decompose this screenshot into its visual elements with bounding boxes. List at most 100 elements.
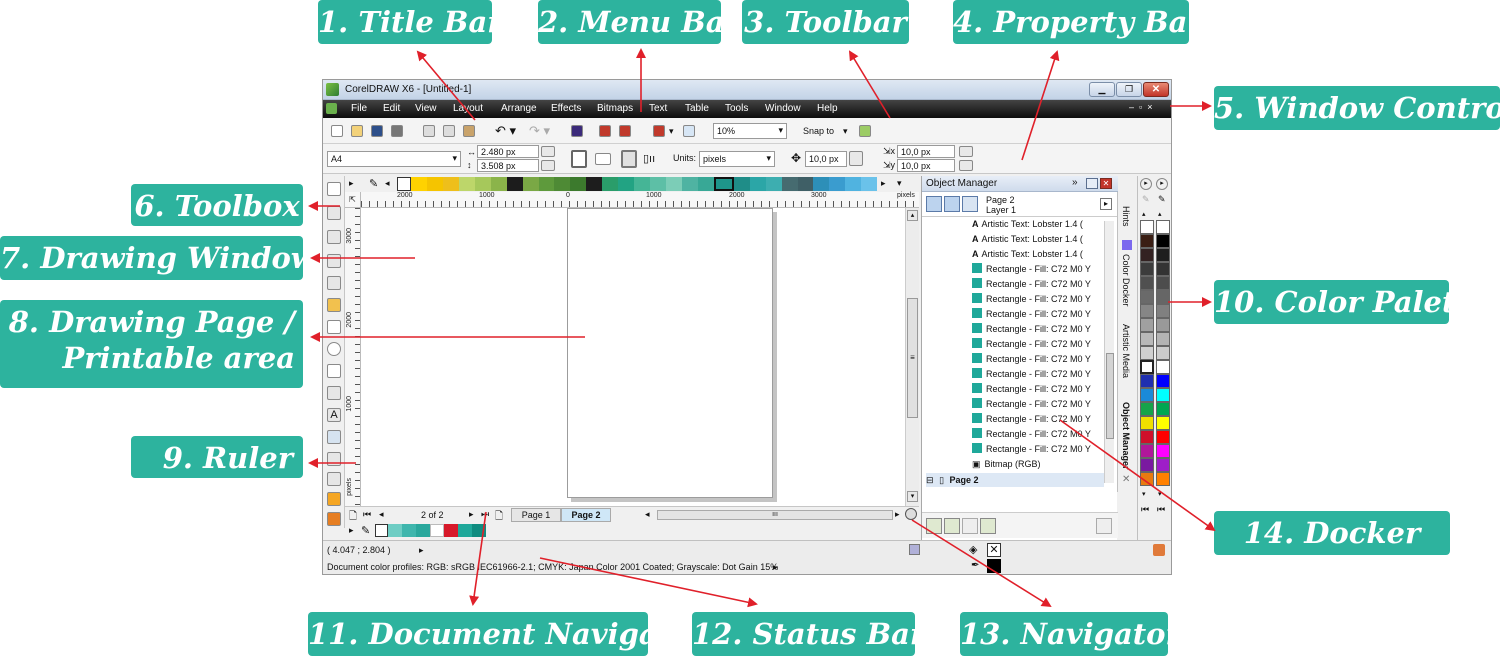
palette-swatch[interactable] [1140, 276, 1154, 290]
palette-swatch[interactable] [829, 177, 846, 191]
width-stepper-icon[interactable] [541, 146, 555, 157]
tab-artistic-media[interactable]: Artistic Media [1121, 324, 1131, 378]
palette-swatch[interactable] [1156, 276, 1170, 290]
palette-swatch[interactable] [845, 177, 862, 191]
doc-swatch[interactable] [416, 524, 430, 537]
coords-arrow-icon[interactable]: ▸ [419, 545, 424, 556]
palette-swatch[interactable] [1156, 458, 1170, 472]
restore-icon[interactable]: ❐ [1116, 82, 1142, 97]
prev-page-icon[interactable]: ◂ [379, 509, 384, 520]
palette-swatch[interactable] [1140, 346, 1154, 360]
redo-icon[interactable]: ↷ ▾ [529, 123, 550, 139]
duplicate-x-field[interactable]: 10,0 px [897, 145, 955, 158]
docker-scroll-thumb[interactable] [1106, 353, 1114, 439]
docker-minimize-icon[interactable] [1086, 178, 1098, 189]
docker-menu-icon[interactable]: ▸ [1100, 198, 1112, 210]
palette-swatch[interactable] [426, 177, 443, 191]
crop-tool-icon[interactable] [327, 230, 341, 244]
import-icon[interactable] [599, 125, 611, 137]
object-row[interactable]: Rectangle - Fill: C72 M0 Y [972, 337, 1091, 352]
nudge-distance-field[interactable]: 10,0 px [805, 151, 847, 167]
snap-to-button[interactable]: Snap to [803, 126, 834, 136]
palette-swatch[interactable] [861, 177, 878, 191]
palette-swatch[interactable] [1140, 318, 1154, 332]
palette-swatch[interactable] [1156, 416, 1170, 430]
dup-x-stepper-icon[interactable] [959, 146, 973, 157]
copy-icon[interactable] [443, 125, 455, 137]
palette-swatch[interactable] [1140, 402, 1154, 416]
doc-palette-eyedropper-icon[interactable]: ✎ [361, 524, 370, 537]
tab-object-manager[interactable]: Object Manager [1121, 402, 1131, 470]
palette-scroll-up-icon[interactable]: ▴ [1158, 210, 1162, 218]
doc-window-controls[interactable]: – ▫ × [1129, 102, 1152, 112]
palette-swatch[interactable] [813, 177, 830, 191]
palette-swatch[interactable] [781, 177, 798, 191]
object-row[interactable]: ▣ Bitmap (RGB) [972, 457, 1041, 472]
polygon-tool-icon[interactable] [327, 364, 341, 378]
palette-swatch[interactable] [1140, 360, 1154, 374]
color-profiles-text[interactable]: Document color profiles: RGB: sRGB IEC61… [327, 562, 778, 572]
page-height-field[interactable]: 3.508 px [477, 159, 539, 172]
palette-scroll-right-icon[interactable]: ▸ [881, 178, 886, 189]
vertical-scrollbar[interactable]: ▴ ≡ ▾ [905, 208, 919, 506]
basic-shapes-tool-icon[interactable] [327, 386, 341, 400]
palette-swatch[interactable] [666, 177, 682, 191]
palette-swatch[interactable] [1156, 430, 1170, 444]
palette-swatch[interactable] [1156, 262, 1170, 276]
palette-swatch[interactable] [570, 177, 587, 191]
horizontal-ruler[interactable]: 2000 1000 0 1000 2000 3000 pixels [361, 192, 919, 208]
object-row[interactable]: Rectangle - Fill: C72 M0 Y [972, 277, 1091, 292]
palette-eyedropper-icon[interactable]: ✎ [1142, 194, 1150, 205]
palette-swatch[interactable] [1140, 444, 1154, 458]
print-icon[interactable] [391, 125, 403, 137]
search-content-icon[interactable] [571, 125, 583, 137]
object-row[interactable]: Rectangle - Fill: C72 M0 Y [972, 427, 1091, 442]
navigator-icon[interactable] [905, 508, 917, 520]
palette-swatch[interactable] [1140, 416, 1154, 430]
dimension-tool-icon[interactable] [327, 452, 341, 466]
palette-swatch[interactable] [602, 177, 619, 191]
palette-swatch[interactable] [1140, 472, 1154, 486]
palette-swatch[interactable] [1140, 430, 1154, 444]
doc-swatch[interactable] [444, 524, 458, 537]
doc-swatch[interactable] [388, 524, 402, 537]
palette-swatch[interactable] [1140, 290, 1154, 304]
ellipse-tool-icon[interactable] [327, 342, 341, 356]
scroll-thumb[interactable]: ≡ [907, 298, 918, 418]
palette-swatch[interactable] [490, 177, 507, 191]
current-page-icon[interactable]: ▯ıı [643, 152, 655, 165]
welcome-screen-icon[interactable] [683, 125, 695, 137]
palette-swatch[interactable] [506, 177, 523, 191]
menu-help[interactable]: Help [817, 103, 838, 114]
profiles-arrow-icon[interactable]: ▸ [773, 562, 778, 573]
new-document-icon[interactable] [331, 125, 343, 137]
portrait-icon[interactable] [571, 150, 587, 168]
palette-swatch[interactable] [1140, 388, 1154, 402]
menu-file[interactable]: File [351, 103, 367, 114]
palette-swatch[interactable] [1140, 262, 1154, 276]
title-bar[interactable]: CorelDRAW X6 - [Untitled-1] ▁ ❐ ✕ [323, 80, 1171, 100]
object-row[interactable]: Rectangle - Fill: C72 M0 Y [972, 307, 1091, 322]
palette-swatch[interactable] [442, 177, 459, 191]
doc-swatch[interactable] [472, 524, 486, 537]
docker-close-icon[interactable]: ✕ [1100, 178, 1112, 189]
h-scroll-left-icon[interactable]: ◂ [645, 509, 650, 520]
doc-swatch[interactable] [458, 524, 472, 537]
palette-swatch[interactable] [1140, 304, 1154, 318]
doc-swatch[interactable] [402, 524, 416, 537]
menu-effects[interactable]: Effects [551, 103, 581, 114]
height-stepper-icon[interactable] [541, 160, 555, 171]
text-tool-icon[interactable]: A [327, 408, 341, 422]
rectangle-tool-icon[interactable] [327, 320, 341, 334]
palette-arrow-icon[interactable]: ▸ [1156, 178, 1168, 190]
show-properties-icon[interactable] [926, 196, 942, 212]
undo-icon[interactable]: ↶ ▾ [495, 123, 516, 139]
object-row[interactable]: A Artistic Text: Lobster 1.4 ( [972, 247, 1083, 262]
palette-scroll-down-icon[interactable]: ▾ [1142, 490, 1146, 498]
palette-swatch[interactable] [749, 177, 766, 191]
palette-swatch[interactable] [586, 177, 603, 191]
palette-swatch[interactable] [1140, 458, 1154, 472]
palette-swatch[interactable] [697, 177, 714, 191]
palette-swatch[interactable] [1156, 402, 1170, 416]
tab-color-docker[interactable]: Color Docker [1121, 254, 1131, 307]
